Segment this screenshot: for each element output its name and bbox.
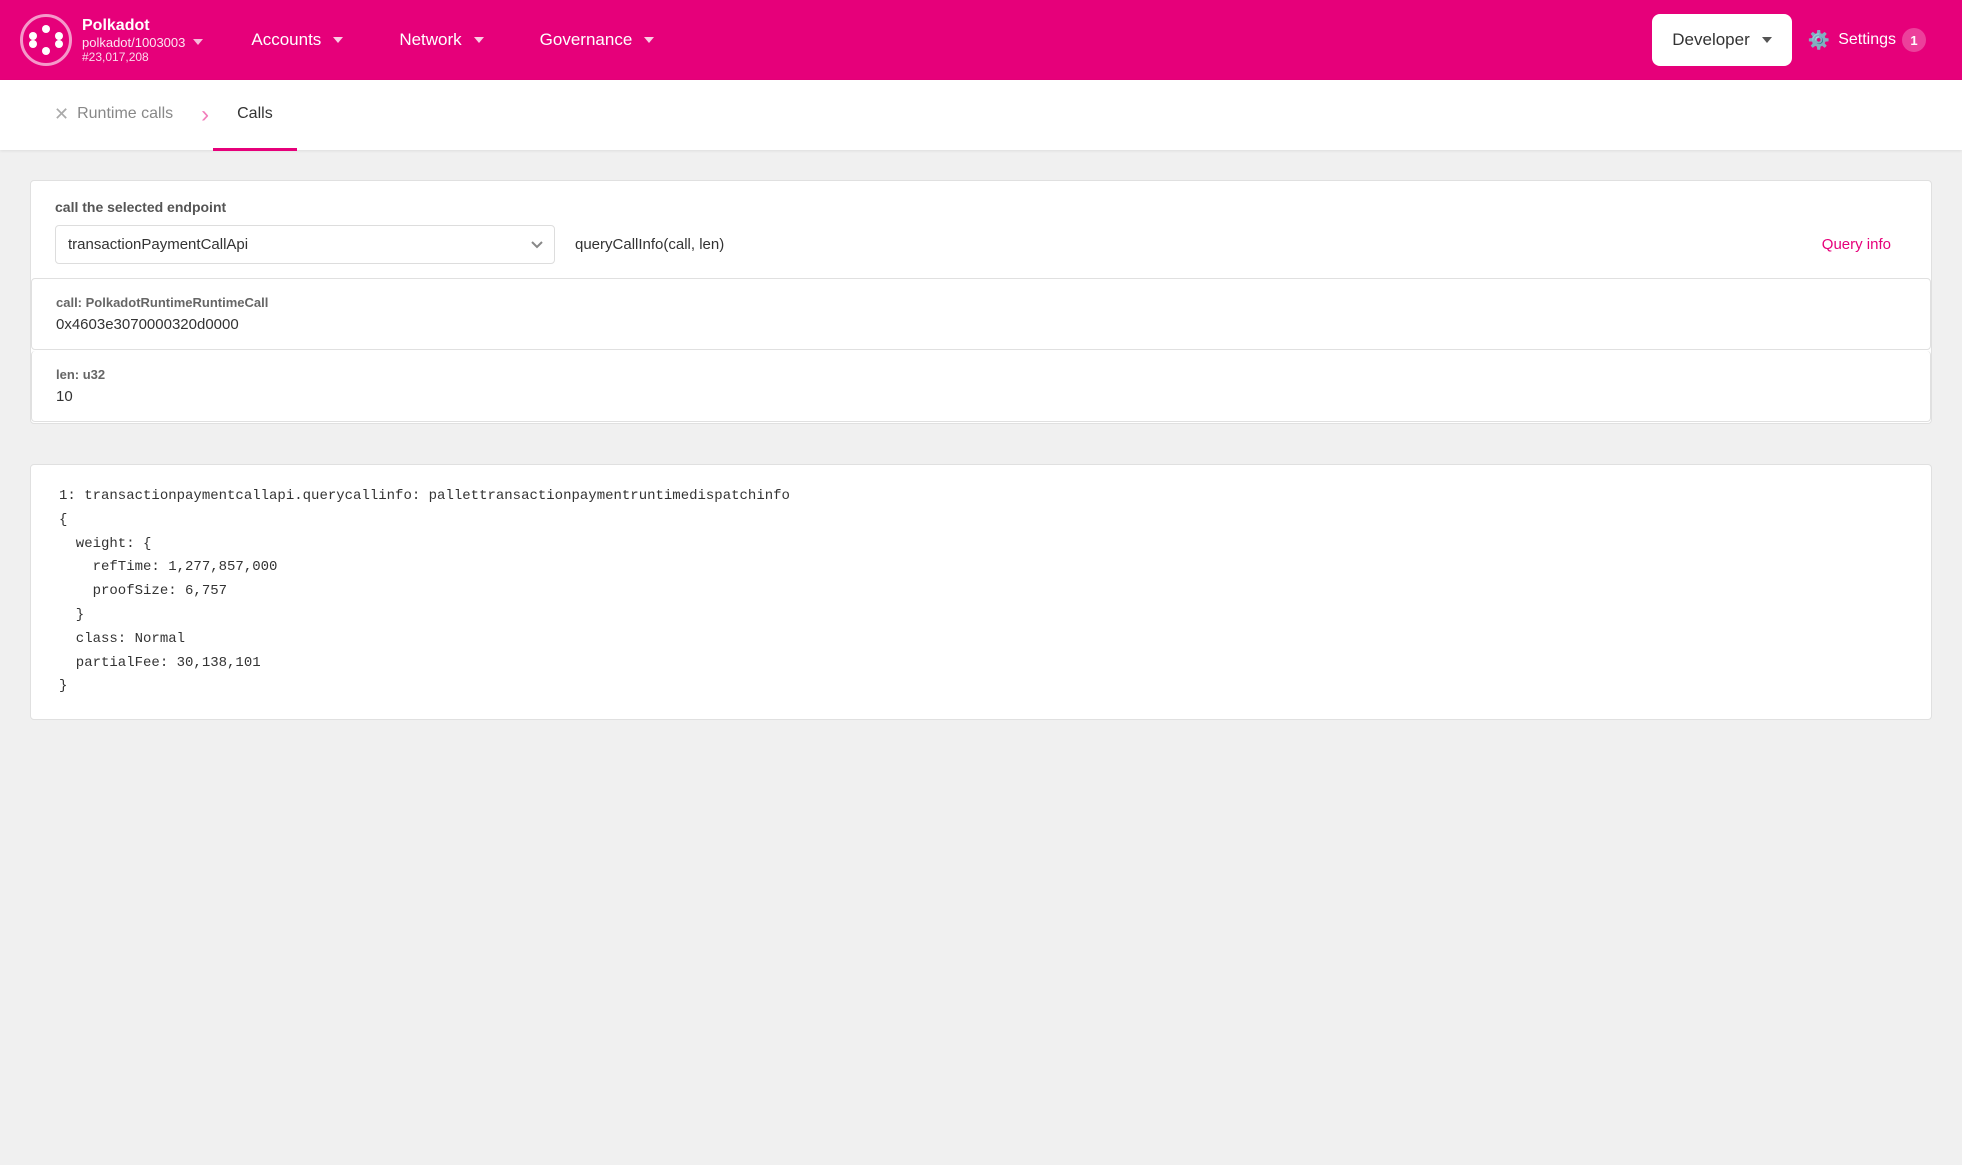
developer-chevron-icon <box>1762 37 1772 43</box>
network-chevron-icon <box>193 39 203 45</box>
endpoint-method: queryCallInfo(call, len) <box>555 236 1806 253</box>
accounts-chevron-icon <box>333 37 343 43</box>
result-line-3: weight: { <box>59 533 1903 557</box>
logo-circle <box>20 14 72 66</box>
tab-runtime-calls[interactable]: ✕ Runtime calls <box>30 81 197 151</box>
param-call-card: call: PolkadotRuntimeRuntimeCall 0x4603e… <box>31 278 1931 350</box>
brand-name: Polkadot <box>82 17 203 35</box>
result-card: 1: transactionpaymentcallapi.querycallin… <box>30 464 1932 720</box>
main-content: call the selected endpoint transactionPa… <box>0 150 1962 1165</box>
tab-calls[interactable]: Calls <box>213 81 297 151</box>
gear-icon: ⚙️ <box>1808 30 1830 51</box>
network-nav-chevron-icon <box>474 37 484 43</box>
tab-separator: › <box>197 101 213 129</box>
nav-accounts[interactable]: Accounts <box>223 0 371 80</box>
result-line-8: partialFee: 30,138,101 <box>59 652 1903 676</box>
main-nav: Accounts Network Governance Developer ⚙️… <box>223 0 1942 80</box>
param-len-value: 10 <box>56 388 1906 405</box>
tabs-bar: ✕ Runtime calls › Calls <box>0 80 1962 150</box>
runtime-calls-icon: ✕ <box>54 104 69 125</box>
brand-network: polkadot/1003003 <box>82 35 203 50</box>
main-header: Polkadot polkadot/1003003 #23,017,208 Ac… <box>0 0 1962 80</box>
logo-area[interactable]: Polkadot polkadot/1003003 #23,017,208 <box>20 14 203 66</box>
nav-developer[interactable]: Developer <box>1652 14 1792 66</box>
param-call-label: call: PolkadotRuntimeRuntimeCall <box>56 295 1906 310</box>
endpoint-label: call the selected endpoint <box>31 181 1931 215</box>
result-line-9: } <box>59 675 1903 699</box>
governance-chevron-icon <box>644 37 654 43</box>
param-call-value: 0x4603e3070000320d0000 <box>56 316 1906 333</box>
brand-info[interactable]: Polkadot polkadot/1003003 #23,017,208 <box>82 17 203 64</box>
result-line-6: } <box>59 604 1903 628</box>
result-line-7: class: Normal <box>59 628 1903 652</box>
result-line-5: proofSize: 6,757 <box>59 580 1903 604</box>
nav-network[interactable]: Network <box>371 0 511 80</box>
param-len-card: len: u32 10 <box>31 351 1931 422</box>
result-line-1: 1: transactionpaymentcallapi.querycallin… <box>59 485 1903 509</box>
result-line-4: refTime: 1,277,857,000 <box>59 556 1903 580</box>
api-select[interactable]: transactionPaymentCallApi <box>55 225 555 264</box>
nav-settings[interactable]: ⚙️ Settings 1 <box>1792 28 1942 52</box>
param-len-label: len: u32 <box>56 367 1906 382</box>
query-info-button[interactable]: Query info <box>1806 228 1907 261</box>
result-line-2: { <box>59 509 1903 533</box>
endpoint-row: transactionPaymentCallApi queryCallInfo(… <box>31 215 1931 278</box>
brand-block: #23,017,208 <box>82 50 203 64</box>
settings-badge: 1 <box>1902 28 1926 52</box>
nav-governance[interactable]: Governance <box>512 0 683 80</box>
endpoint-card: call the selected endpoint transactionPa… <box>30 180 1932 424</box>
api-select-wrapper: transactionPaymentCallApi <box>55 225 555 264</box>
